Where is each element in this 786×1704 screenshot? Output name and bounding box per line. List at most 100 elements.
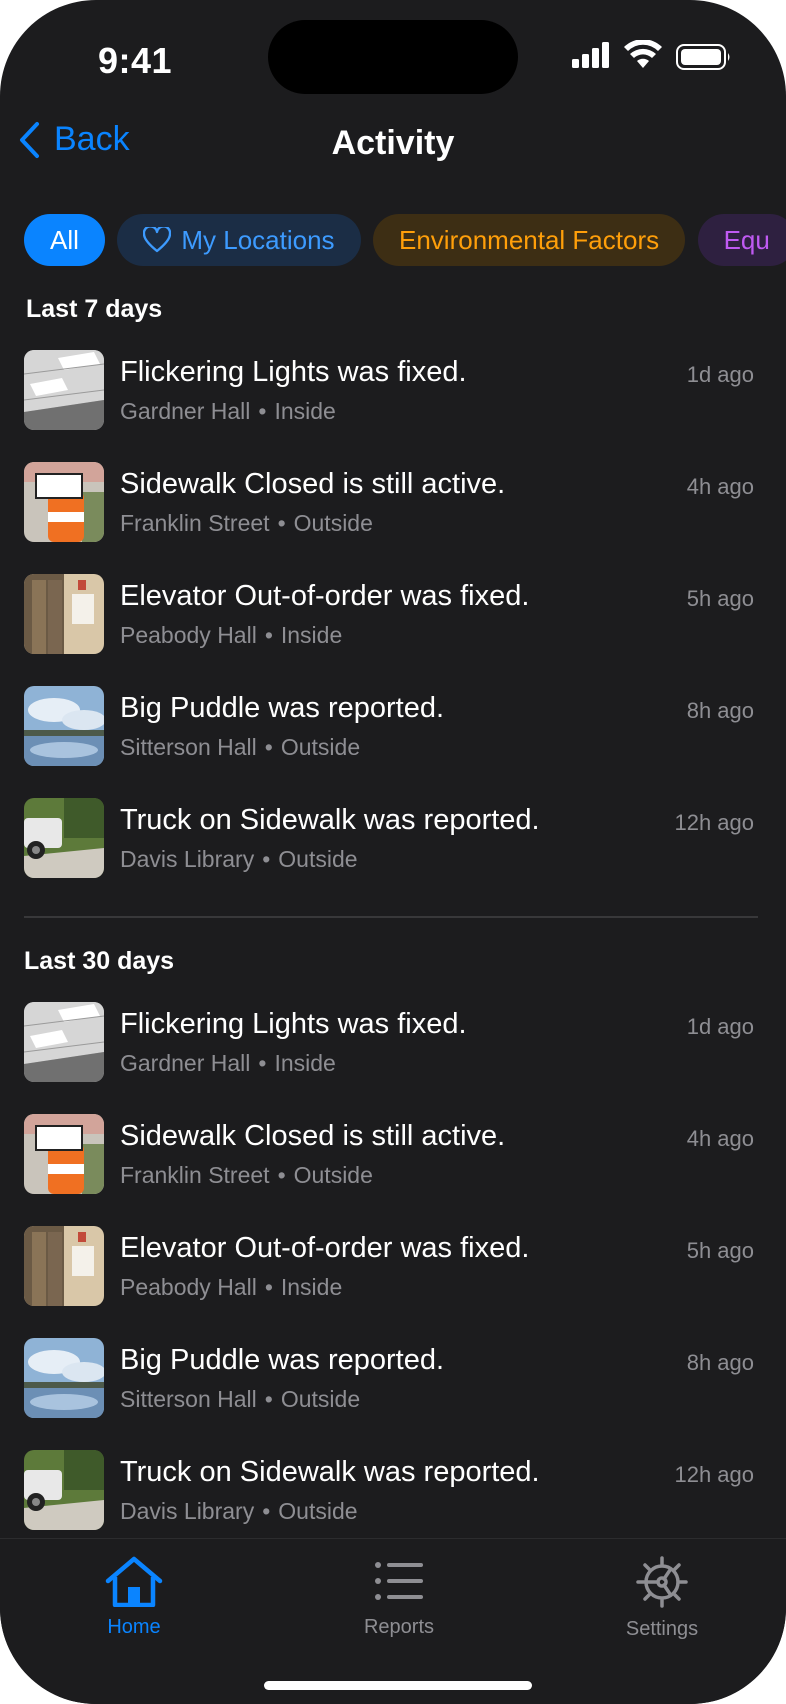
section-divider (24, 916, 758, 918)
row-title: Elevator Out-of-order was fixed. (120, 580, 530, 612)
tab-home-label: Home (107, 1616, 161, 1638)
row-subtitle: Davis Library • Outside (120, 1498, 358, 1524)
status-bar: 9:41 (0, 0, 786, 110)
row-title: Sidewalk Closed is still active. (120, 1120, 506, 1152)
thumbnail-sidewalk-closed (24, 1114, 104, 1194)
row-subtitle: Peabody Hall • Inside (120, 1274, 343, 1300)
row-title: Sidewalk Closed is still active. (120, 468, 506, 500)
row-time: 8h ago (686, 698, 754, 723)
row-time: 12h ago (674, 1462, 754, 1487)
row-area: Outside (278, 846, 358, 872)
row-area: Inside (274, 398, 336, 424)
status-time: 9:41 (98, 40, 173, 81)
row-time: 1d ago (686, 1014, 754, 1039)
thumbnail-elevator (24, 1226, 104, 1306)
filter-my-locations-label: My Locations (181, 224, 335, 255)
activity-row[interactable]: Sidewalk Closed is still active. Frankli… (24, 1114, 754, 1196)
row-title: Flickering Lights was fixed. (120, 356, 467, 388)
row-time: 4h ago (686, 474, 754, 499)
row-subtitle: Franklin Street • Outside (120, 1162, 373, 1188)
row-title: Flickering Lights was fixed. (120, 1008, 467, 1040)
activity-row[interactable]: Big Puddle was reported. Sitterson Hall •… (24, 686, 754, 768)
row-time: 12h ago (674, 810, 754, 835)
row-area: Inside (280, 1274, 343, 1300)
heart-icon (143, 227, 172, 253)
row-location: Gardner Hall (120, 1050, 251, 1076)
row-title: Big Puddle was reported. (120, 1344, 445, 1376)
thumbnail-puddle (24, 1338, 104, 1418)
filter-equipment-label: Equ (723, 224, 770, 255)
tab-settings[interactable]: Settings (582, 1555, 742, 1641)
activity-row[interactable]: Truck on Sidewalk was reported. Davis Li… (24, 798, 754, 880)
activity-row[interactable]: Truck on Sidewalk was reported. Davis Li… (24, 1450, 754, 1532)
thumbnail-truck (24, 798, 104, 878)
filter-equipment[interactable]: Equ (697, 214, 786, 266)
filter-chips: All My Locations Environmental Factors E… (24, 214, 786, 266)
row-location: Sitterson Hall (120, 734, 257, 760)
battery-icon (676, 44, 730, 70)
row-location: Franklin Street (120, 1162, 270, 1188)
row-title: Truck on Sidewalk was reported. (120, 804, 540, 836)
gear-icon (636, 1556, 688, 1608)
row-subtitle: Gardner Hall • Inside (120, 1050, 336, 1076)
phone-screen: 9:41 Back Activity All My Locations Envi… (0, 0, 786, 1704)
row-title: Big Puddle was reported. (120, 692, 445, 724)
tab-reports[interactable]: Reports (319, 1555, 479, 1639)
activity-row[interactable]: Elevator Out-of-order was fixed. Peabody… (24, 574, 754, 656)
thumbnail-ceiling-lights (24, 350, 104, 430)
row-location: Sitterson Hall (120, 1386, 257, 1412)
row-area: Outside (278, 1498, 358, 1524)
row-subtitle: Sitterson Hall • Outside (120, 734, 361, 760)
activity-row[interactable]: Sidewalk Closed is still active. Frankli… (24, 462, 754, 544)
activity-row[interactable]: Flickering Lights was fixed. Gardner Hal… (24, 350, 754, 432)
house-icon (105, 1556, 163, 1608)
thumbnail-truck (24, 1450, 104, 1530)
filter-all-label: All (50, 224, 79, 255)
cellular-signal-icon (572, 42, 609, 68)
row-subtitle: Davis Library • Outside (120, 846, 358, 872)
row-time: 8h ago (686, 1350, 754, 1375)
row-area: Outside (293, 1162, 373, 1188)
row-area: Inside (280, 622, 343, 648)
section-header: Last 7 days (26, 295, 163, 323)
dynamic-island (268, 20, 518, 94)
activity-row[interactable]: Elevator Out-of-order was fixed. Peabody… (24, 1226, 754, 1308)
row-title: Truck on Sidewalk was reported. (120, 1456, 540, 1488)
wifi-icon (624, 40, 662, 68)
navigation-bar: Back Activity (0, 110, 786, 180)
tab-settings-label: Settings (625, 1618, 699, 1640)
row-area: Outside (293, 510, 373, 536)
row-location: Gardner Hall (120, 398, 251, 424)
row-title: Elevator Out-of-order was fixed. (120, 1232, 530, 1264)
activity-row[interactable]: Flickering Lights was fixed. Gardner Hal… (24, 1002, 754, 1084)
page-title: Activity (331, 124, 455, 162)
row-time: 1d ago (686, 362, 754, 387)
filter-environmental[interactable]: Environmental Factors (373, 214, 686, 266)
thumbnail-puddle (24, 686, 104, 766)
thumbnail-sidewalk-closed (24, 462, 104, 542)
row-time: 4h ago (686, 1126, 754, 1151)
row-time: 5h ago (686, 586, 754, 611)
home-indicator (264, 1681, 532, 1690)
activity-row[interactable]: Big Puddle was reported. Sitterson Hall •… (24, 1338, 754, 1420)
row-subtitle: Gardner Hall • Inside (120, 398, 336, 424)
section-header: Last 30 days (24, 947, 175, 975)
tab-reports-label: Reports (363, 1616, 435, 1638)
row-subtitle: Sitterson Hall • Outside (120, 1386, 361, 1412)
tab-bar: Home Reports Settings (0, 1538, 786, 1704)
tab-home[interactable]: Home (54, 1555, 214, 1639)
row-location: Peabody Hall (120, 622, 257, 648)
row-location: Peabody Hall (120, 1274, 257, 1300)
thumbnail-elevator (24, 574, 104, 654)
row-time: 5h ago (686, 1238, 754, 1263)
thumbnail-ceiling-lights (24, 1002, 104, 1082)
row-subtitle: Franklin Street • Outside (120, 510, 373, 536)
row-area: Outside (280, 734, 361, 760)
row-area: Inside (274, 1050, 336, 1076)
list-icon (375, 1562, 423, 1600)
row-location: Davis Library (120, 1498, 255, 1524)
filter-my-locations[interactable]: My Locations (117, 214, 361, 266)
filter-all[interactable]: All (24, 214, 105, 266)
row-location: Davis Library (120, 846, 255, 872)
row-area: Outside (280, 1386, 361, 1412)
